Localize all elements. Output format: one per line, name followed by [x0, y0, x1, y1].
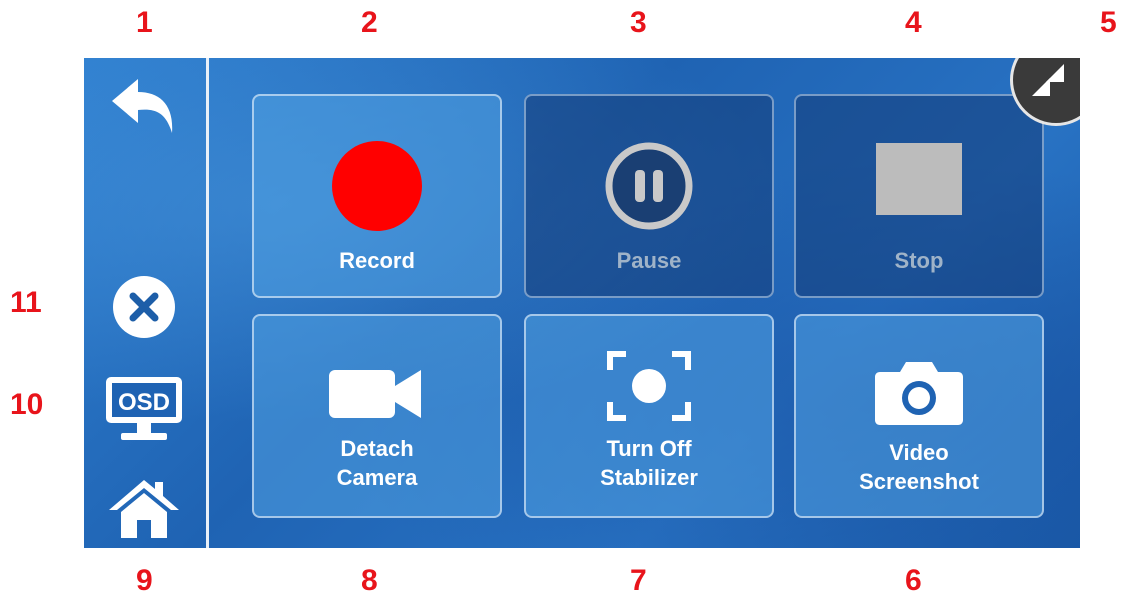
callout-6: 6 [905, 564, 922, 597]
record-label: Record [339, 248, 415, 273]
close-button[interactable] [98, 272, 190, 342]
record-button[interactable]: Record [252, 94, 502, 298]
camera-control-screen: OSD Record Pause Stop Detach Camera Turn… [84, 58, 1080, 548]
pause-button[interactable]: Pause [524, 94, 774, 298]
detach-label-line1: Detach [340, 436, 414, 461]
collapse-arrows-icon [1032, 64, 1064, 96]
osd-monitor-icon: OSD [106, 377, 182, 440]
stabilizer-label-line1: Turn Off [606, 436, 692, 461]
home-icon [109, 480, 179, 538]
callout-3: 3 [630, 6, 647, 39]
callout-11: 11 [10, 286, 42, 319]
callout-8: 8 [361, 564, 378, 597]
detach-camera-button[interactable]: Detach Camera [252, 314, 502, 518]
sidebar: OSD [84, 58, 206, 548]
home-button[interactable] [98, 474, 190, 542]
pause-icon [605, 142, 693, 230]
detach-label-line2: Camera [336, 465, 418, 490]
camera-icon [875, 362, 963, 425]
screenshot-label-line2: Screenshot [859, 469, 979, 494]
close-icon [113, 276, 175, 338]
screenshot-label-line1: Video [889, 440, 949, 465]
callout-1: 1 [136, 6, 153, 39]
osd-button[interactable]: OSD [98, 372, 190, 448]
stop-label: Stop [894, 248, 944, 273]
pause-label: Pause [616, 248, 682, 273]
back-button[interactable] [98, 72, 190, 142]
callout-7: 7 [630, 564, 647, 597]
callout-10: 10 [10, 388, 44, 421]
callout-4: 4 [905, 6, 922, 39]
stabilizer-button[interactable]: Turn Off Stabilizer [524, 314, 774, 518]
back-arrow-icon [112, 79, 173, 133]
stop-button[interactable]: Stop [794, 94, 1044, 298]
stabilizer-label-line2: Stabilizer [600, 465, 698, 490]
callout-9: 9 [136, 564, 153, 597]
sidebar-divider [206, 58, 209, 548]
osd-label: OSD [118, 389, 170, 416]
callout-2: 2 [361, 6, 378, 39]
video-camera-icon [329, 370, 421, 418]
collapse-button[interactable] [1010, 58, 1080, 126]
stop-square-icon [876, 143, 962, 215]
stabilizer-focus-icon [607, 351, 691, 421]
callout-5: 5 [1100, 6, 1117, 39]
record-dot-icon [332, 141, 422, 231]
video-screenshot-button[interactable]: Video Screenshot [794, 314, 1044, 518]
